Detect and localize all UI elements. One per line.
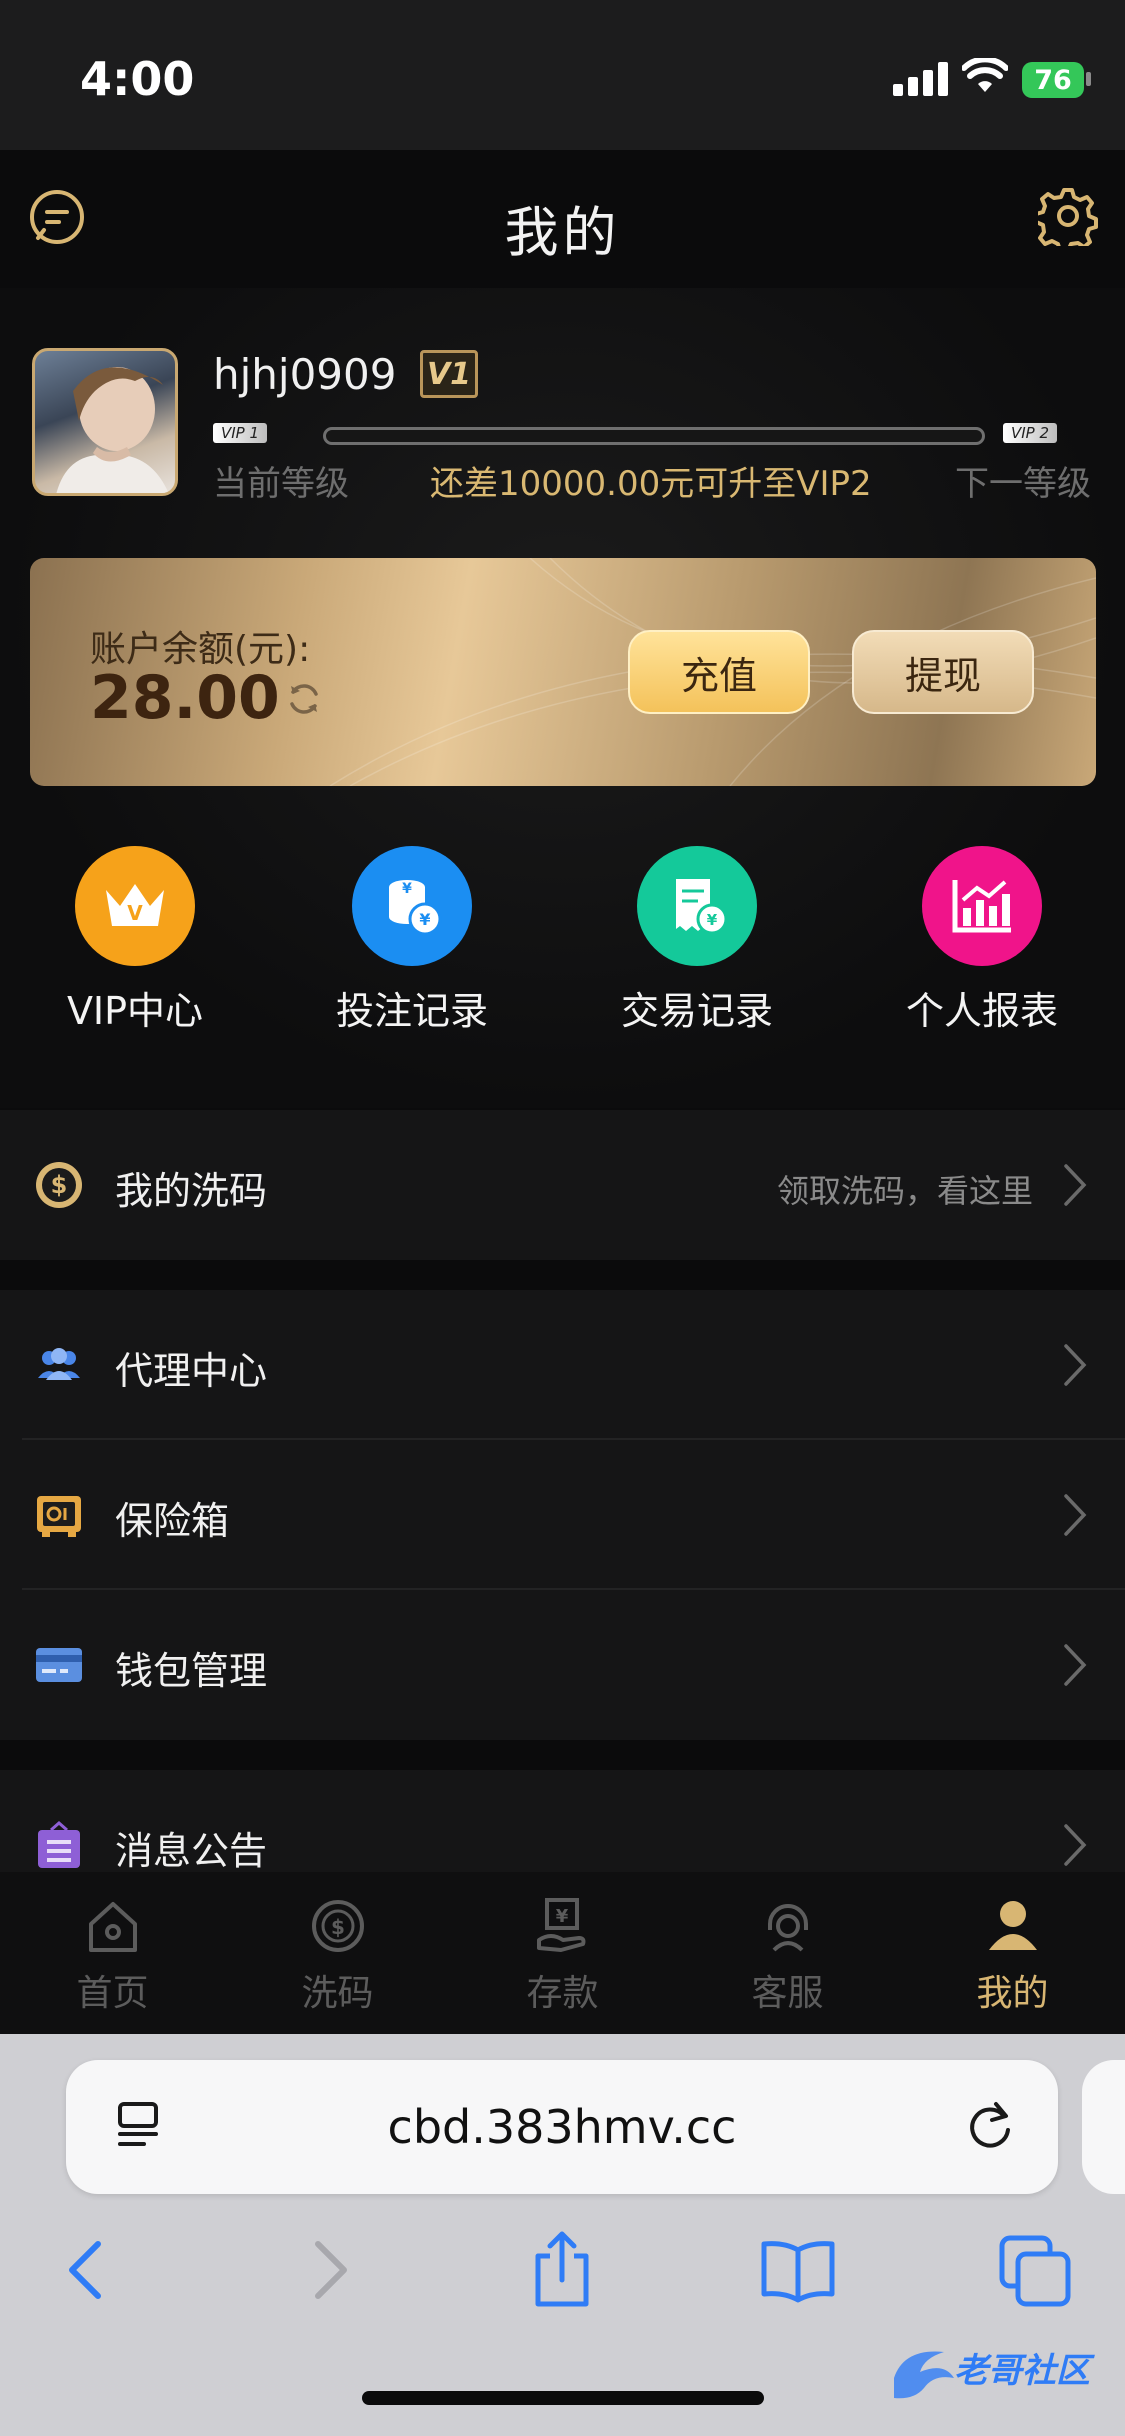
safe-icon xyxy=(37,1496,81,1537)
tab-bar: 首页 $ 洗码 ¥ 存款 客服 我的 xyxy=(0,1872,1125,2034)
svg-text:¥: ¥ xyxy=(402,881,412,897)
status-time: 4:00 xyxy=(80,52,195,106)
withdraw-button[interactable]: 提现 xyxy=(852,630,1034,714)
shortcut-bet-records[interactable]: ¥ ¥ 投注记录 xyxy=(292,846,532,1035)
coin-dollar-icon: $ xyxy=(36,1162,82,1208)
menu-item-hint: 领取洗码，看这里 xyxy=(776,1172,1033,1210)
vip-progress-bar xyxy=(323,427,985,445)
next-level-label: 下一等级 xyxy=(955,464,1091,504)
tab-mine[interactable]: 我的 xyxy=(900,1872,1125,2034)
username: hjhj0909 xyxy=(213,350,397,399)
shortcut-transaction-records[interactable]: ¥ 交易记录 xyxy=(577,846,817,1035)
tab-home[interactable]: 首页 xyxy=(0,1872,225,2034)
home-icon xyxy=(88,1902,137,1952)
bookmarks-icon[interactable] xyxy=(758,2230,838,2310)
chevron-right-icon xyxy=(1064,1824,1087,1866)
chevron-right-icon xyxy=(1064,1494,1087,1536)
shortcut-label: 交易记录 xyxy=(620,989,773,1033)
chevron-right-icon xyxy=(1064,1644,1087,1686)
users-icon xyxy=(38,1348,80,1380)
next-vip-tag: VIP 2 xyxy=(1003,423,1058,443)
coins-icon: ¥ ¥ xyxy=(352,846,472,966)
tab-service[interactable]: 客服 xyxy=(675,1872,900,2034)
svg-text:$: $ xyxy=(51,1171,68,1199)
wifi-icon xyxy=(962,58,1008,92)
browser-toolbar: cbd.383hmv.cc 老哥社区 xyxy=(0,2034,1125,2436)
svg-text:¥: ¥ xyxy=(419,910,430,929)
deposit-icon: ¥ xyxy=(536,1898,585,1952)
reload-icon[interactable] xyxy=(962,2098,1018,2154)
menu-item-title: 代理中心 xyxy=(115,1349,268,1393)
balance-card: 账户余额(元): 28.00 充值 提现 xyxy=(30,558,1096,786)
menu-item-title: 我的洗码 xyxy=(115,1169,268,1213)
chevron-right-icon xyxy=(1064,1164,1087,1206)
svg-text:V: V xyxy=(127,901,143,925)
tab-deposit[interactable]: ¥ 存款 xyxy=(450,1872,675,2034)
signal-icon xyxy=(893,62,949,96)
address-bar[interactable]: cbd.383hmv.cc xyxy=(66,2060,1058,2194)
profile-section: hjhj0909 V1 VIP 1 VIP 2 当前等级 还差10000.00元… xyxy=(0,288,1125,1108)
menu-item-safe[interactable]: 保险箱 xyxy=(0,1440,1125,1590)
menu-item-title: 钱包管理 xyxy=(115,1649,268,1693)
forward-icon[interactable] xyxy=(290,2230,370,2310)
tab-label: 首页 xyxy=(76,1973,149,2014)
user-icon xyxy=(988,1901,1037,1950)
next-tab-peek[interactable] xyxy=(1082,2060,1125,2194)
refresh-icon[interactable] xyxy=(285,680,323,718)
battery-tip xyxy=(1086,72,1091,86)
svg-text:¥: ¥ xyxy=(555,1906,568,1927)
battery-icon: 76 xyxy=(1022,62,1084,98)
chip-icon: $ xyxy=(311,1900,364,1952)
menu-group-notice: 消息公告 xyxy=(0,1770,1125,1872)
watermark-logo: 老哥社区 xyxy=(894,2351,1095,2399)
current-level-label: 当前等级 xyxy=(213,464,349,504)
service-icon xyxy=(767,1904,808,1952)
shortcut-personal-report[interactable]: 个人报表 xyxy=(862,846,1102,1035)
menu-group-account: 代理中心 保险箱 钱包管理 xyxy=(0,1290,1125,1740)
shortcut-label: 投注记录 xyxy=(335,989,488,1033)
notice-icon xyxy=(38,1821,80,1868)
chart-icon xyxy=(922,846,1042,966)
card-icon xyxy=(36,1648,82,1682)
chevron-right-icon xyxy=(1064,1344,1087,1386)
menu-item-notice[interactable]: 消息公告 xyxy=(0,1770,1125,1872)
battery-level: 76 xyxy=(1034,64,1072,96)
app-header: 我的 xyxy=(0,150,1125,288)
gear-icon[interactable] xyxy=(1038,186,1098,246)
menu-item-wash[interactable]: $ 我的洗码 领取洗码，看这里 xyxy=(0,1110,1125,1260)
menu-item-title: 消息公告 xyxy=(115,1829,268,1872)
shortcut-label: VIP中心 xyxy=(66,989,204,1033)
menu-item-agent[interactable]: 代理中心 xyxy=(0,1290,1125,1440)
status-bar: 4:00 76 xyxy=(0,0,1125,150)
tab-label: 客服 xyxy=(751,1973,824,2014)
crown-icon: V xyxy=(75,846,195,966)
current-vip-tag: VIP 1 xyxy=(213,423,268,443)
recharge-button[interactable]: 充值 xyxy=(628,630,810,714)
back-icon[interactable] xyxy=(46,2230,126,2310)
svg-text:¥: ¥ xyxy=(707,911,718,929)
vip-level-badge: V1 xyxy=(420,350,478,398)
upgrade-tip: 还差10000.00元可升至VIP2 xyxy=(430,464,872,504)
avatar[interactable] xyxy=(32,348,178,496)
tab-label: 存款 xyxy=(526,1973,599,2014)
url-text: cbd.383hmv.cc xyxy=(387,2100,737,2154)
shortcut-label: 个人报表 xyxy=(905,989,1058,1033)
menu-group-wash: $ 我的洗码 领取洗码，看这里 xyxy=(0,1110,1125,1260)
menu-item-wallet[interactable]: 钱包管理 xyxy=(0,1590,1125,1740)
tab-label: 洗码 xyxy=(301,1973,374,2014)
tab-label: 我的 xyxy=(976,1973,1049,2014)
home-indicator xyxy=(362,2391,764,2405)
svg-text:$: $ xyxy=(331,1915,345,1939)
receipt-icon: ¥ xyxy=(637,846,757,966)
svg-text:老哥社区: 老哥社区 xyxy=(954,2351,1095,2391)
tab-wash[interactable]: $ 洗码 xyxy=(225,1872,450,2034)
shortcut-vip-center[interactable]: V VIP中心 xyxy=(15,846,255,1035)
menu-item-title: 保险箱 xyxy=(115,1499,230,1543)
page-title: 我的 xyxy=(504,201,621,264)
balance-value: 28.00 xyxy=(90,663,280,733)
tabs-icon[interactable] xyxy=(996,2230,1076,2310)
share-icon[interactable] xyxy=(522,2230,602,2310)
